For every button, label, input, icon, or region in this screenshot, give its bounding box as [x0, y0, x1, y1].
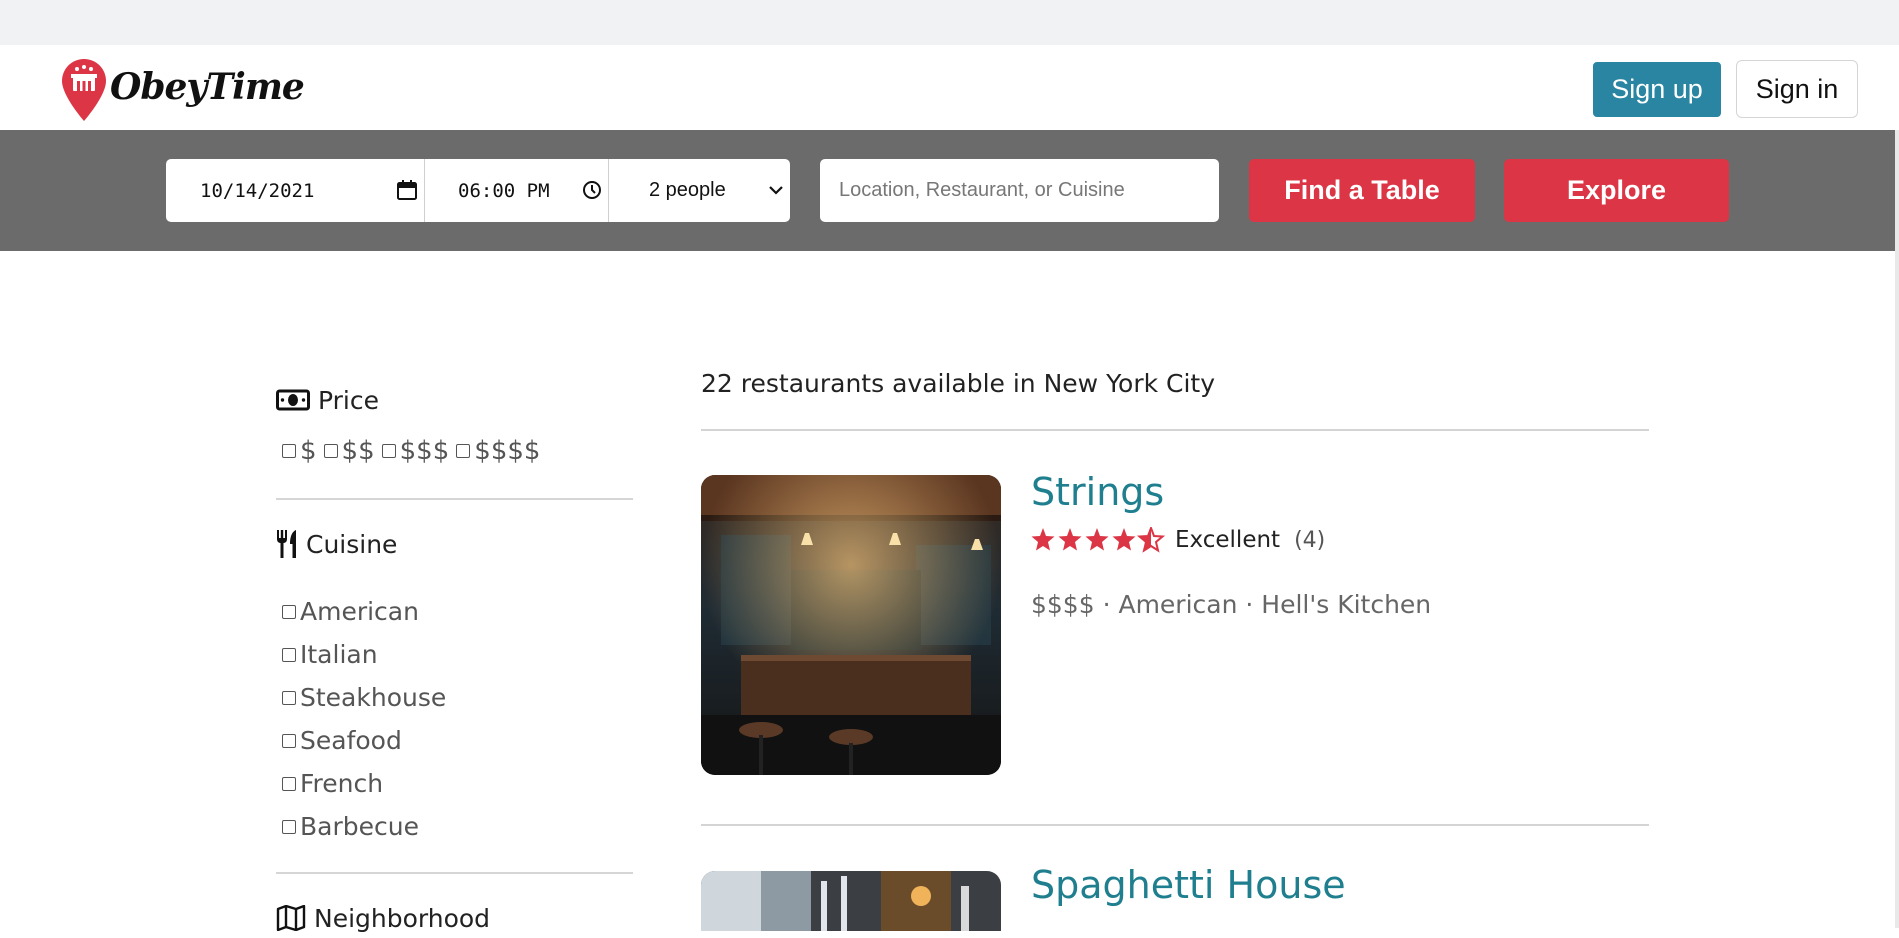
restaurant-card[interactable]: Strings Excellent (4) $$$$ · American · … [701, 470, 1649, 775]
cuisine-option-steakhouse[interactable]: Steakhouse [282, 676, 633, 719]
find-table-button[interactable]: Find a Table [1249, 159, 1475, 222]
money-bill-icon [276, 389, 310, 411]
search-bar: 10/14/2021 06:00 PM 2 people Location, R… [0, 130, 1895, 251]
cuisine-option-french[interactable]: French [282, 762, 633, 805]
restaurant-photo[interactable] [701, 871, 1001, 931]
cuisine-option-label: French [300, 769, 384, 798]
time-value: 06:00 PM [458, 179, 550, 202]
checkbox[interactable] [282, 444, 296, 458]
brand-name: ObeyTime [110, 66, 305, 108]
restaurant-card[interactable]: Spaghetti House [701, 863, 1649, 931]
price-option-3[interactable]: $$$ [381, 436, 450, 466]
party-size-select[interactable]: 2 people [609, 159, 790, 222]
results-panel: 22 restaurants available in New York Cit… [701, 364, 1649, 931]
price-option-1[interactable]: $ [282, 436, 317, 466]
price-option-label: $$$ [399, 436, 450, 466]
reservation-fields: 10/14/2021 06:00 PM 2 people [166, 159, 790, 222]
filter-divider [276, 872, 633, 874]
cuisine-options: American Italian Steakhouse Seafood Fren… [282, 590, 633, 848]
checkbox[interactable] [282, 776, 296, 791]
neighborhood-filter-title: Neighborhood [276, 898, 633, 938]
checkbox[interactable] [381, 444, 396, 458]
map-icon [276, 905, 306, 931]
price-filter-label: Price [318, 385, 379, 415]
rating-row: Excellent (4) [1031, 527, 1325, 553]
location-pin-icon [62, 59, 106, 121]
cuisine-option-italian[interactable]: Italian [282, 633, 633, 676]
cuisine-option-label: Barbecue [300, 812, 419, 841]
price-option-label: $ [300, 436, 317, 466]
brand-logo[interactable]: ObeyTime [62, 59, 305, 121]
explore-button[interactable]: Explore [1504, 159, 1729, 222]
checkbox[interactable] [282, 690, 296, 705]
signup-button[interactable]: Sign up [1593, 62, 1721, 117]
chevron-down-icon [769, 186, 783, 195]
filter-divider [276, 498, 633, 500]
checkbox[interactable] [323, 444, 338, 458]
neighborhood-filter-label: Neighborhood [314, 903, 491, 933]
price-option-label: $$$$ [474, 436, 541, 466]
checkbox[interactable] [456, 444, 471, 458]
results-summary: 22 restaurants available in New York Cit… [701, 369, 1216, 398]
signin-button[interactable]: Sign in [1736, 60, 1858, 118]
cuisine-option-american[interactable]: American [282, 590, 633, 633]
filters-sidebar: Price $ $$ $$$ $$$$ Cuisine American Ita… [276, 380, 633, 938]
cuisine-filter-label: Cuisine [306, 529, 398, 559]
results-divider [701, 824, 1649, 826]
checkbox[interactable] [282, 647, 296, 662]
restaurant-meta: $$$$ · American · Hell's Kitchen [1031, 590, 1432, 619]
calendar-icon[interactable] [396, 179, 418, 201]
restaurant-name[interactable]: Strings [1031, 470, 1164, 514]
cuisine-option-label: American [300, 597, 419, 626]
price-options: $ $$ $$$ $$$$ [282, 434, 633, 468]
cuisine-option-seafood[interactable]: Seafood [282, 719, 633, 762]
party-size-value: 2 people [649, 179, 726, 201]
results-divider [701, 429, 1649, 431]
scrollbar[interactable] [1895, 45, 1899, 928]
checkbox[interactable] [282, 733, 296, 748]
search-input[interactable]: Location, Restaurant, or Cuisine [820, 159, 1219, 222]
browser-top-strip [0, 0, 1899, 45]
date-value: 10/14/2021 [200, 179, 315, 202]
star-rating-icon [1031, 527, 1165, 553]
rating-label: Excellent [1175, 527, 1281, 553]
restaurant-photo[interactable] [701, 475, 1001, 775]
price-option-2[interactable]: $$ [323, 436, 375, 466]
review-count[interactable]: (4) [1294, 528, 1325, 553]
date-input[interactable]: 10/14/2021 [166, 159, 425, 222]
cuisine-option-barbecue[interactable]: Barbecue [282, 805, 633, 848]
site-header: ObeyTime Sign up Sign in [0, 45, 1899, 130]
price-option-label: $$ [341, 436, 375, 466]
time-input[interactable]: 06:00 PM [425, 159, 609, 222]
price-option-4[interactable]: $$$$ [456, 436, 540, 466]
clock-icon[interactable] [582, 180, 602, 200]
cuisine-option-label: Seafood [300, 726, 402, 755]
cuisine-filter-title: Cuisine [276, 524, 633, 564]
utensils-icon [277, 530, 296, 558]
price-filter-title: Price [276, 380, 633, 420]
checkbox[interactable] [282, 819, 296, 834]
restaurant-name[interactable]: Spaghetti House [1031, 863, 1346, 907]
checkbox[interactable] [282, 604, 296, 619]
cuisine-option-label: Steakhouse [300, 683, 447, 712]
cuisine-option-label: Italian [300, 640, 378, 669]
